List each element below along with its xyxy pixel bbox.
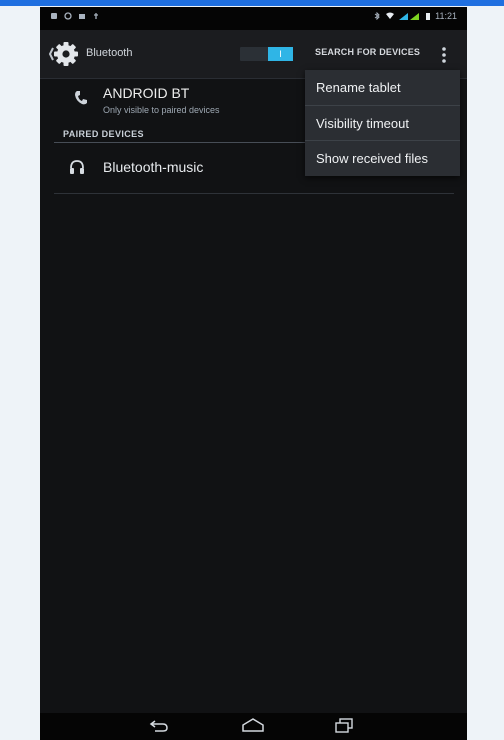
action-bar-title: Bluetooth [86,47,133,59]
back-icon[interactable] [147,716,175,736]
visibility-timeout-menu-item[interactable]: Visibility timeout [305,105,460,140]
notification-icon [51,13,57,19]
bluetooth-toggle[interactable]: I [240,47,293,61]
device-name: ANDROID BT [103,85,190,101]
row-divider [54,193,454,194]
usb-icon [94,13,98,19]
overflow-menu: Rename tablet Visibility timeout Show re… [305,70,460,176]
gear-icon [48,42,78,66]
tablet-screen: 11:21 Bluetooth I SEARCH FOR DEVICES AND… [40,7,467,740]
paired-device-name: Bluetooth-music [103,159,204,175]
sync-icon [64,12,72,20]
navigation-bar [40,713,467,740]
search-for-devices-button[interactable]: SEARCH FOR DEVICES [315,45,420,59]
status-time: 11:21 [435,11,457,21]
rename-tablet-menu-item[interactable]: Rename tablet [305,70,460,105]
battery-icon [426,12,431,20]
recent-apps-icon[interactable] [330,716,358,736]
headphone-icon [70,160,84,174]
signal-icon [399,13,420,20]
settings-up-button[interactable] [48,38,80,70]
top-accent-strip [0,0,504,6]
device-visibility-status: Only visible to paired devices [103,105,220,115]
status-left-icons [50,12,100,20]
paired-devices-header: PAIRED DEVICES [63,129,144,139]
toggle-knob: I [268,47,293,61]
gallery-icon [79,14,85,19]
bluetooth-icon [374,12,380,20]
status-right-icons: 11:21 [373,11,457,21]
status-bar: 11:21 [40,7,467,30]
show-received-files-menu-item[interactable]: Show received files [305,140,460,175]
home-icon[interactable] [239,716,267,736]
overflow-menu-icon[interactable] [439,46,449,64]
phone-icon [75,91,87,105]
wifi-icon [386,12,395,19]
